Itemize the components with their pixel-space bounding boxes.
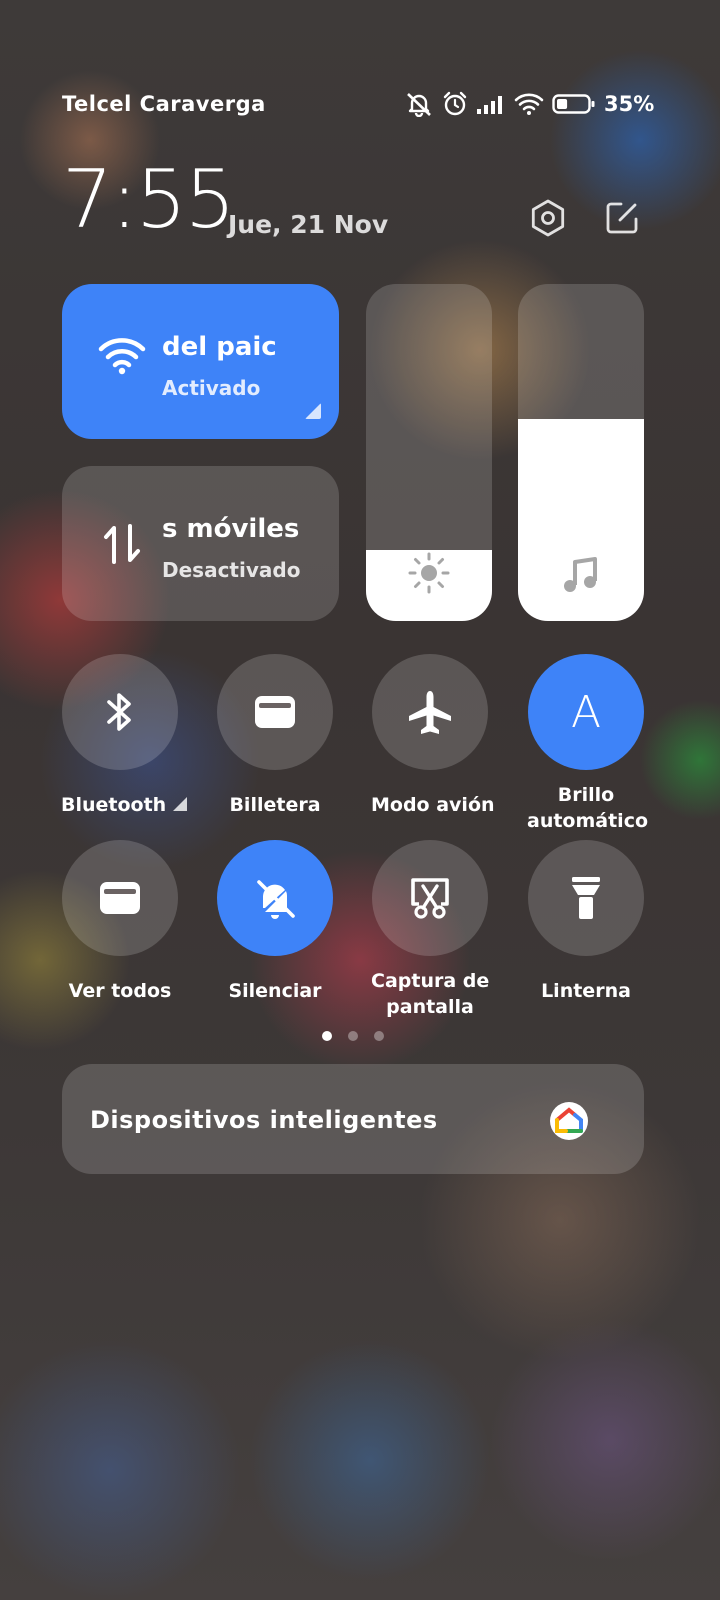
toggle-airplane-mode[interactable]: Modo avión [371, 654, 495, 818]
screenshot-button[interactable] [372, 840, 488, 956]
wallet-icon [100, 882, 140, 914]
smart-devices-label: Dispositivos inteligentes [90, 1106, 438, 1134]
alarm-icon [442, 91, 468, 117]
toggle-label: Silenciar [228, 980, 322, 1002]
expand-corner-icon [172, 797, 187, 811]
bluetooth-button[interactable] [62, 654, 178, 770]
data-arrows-icon [102, 522, 142, 570]
mobile-data-status: Desactivado [162, 558, 301, 582]
page-dot[interactable] [348, 1031, 358, 1041]
google-home-icon [550, 1102, 588, 1140]
bluetooth-icon [107, 693, 131, 731]
toggle-label: Bluetooth [61, 792, 187, 818]
bell-off-icon [257, 880, 295, 919]
wifi-tile[interactable]: del paic Activado [62, 284, 339, 439]
wifi-network-name: del paic [162, 332, 277, 362]
expand-corner-icon[interactable] [305, 403, 321, 419]
silence-button[interactable] [217, 840, 333, 956]
settings-icon [531, 199, 565, 237]
toggle-label: Captura de pantalla [371, 970, 490, 1018]
toggle-label: Ver todos [68, 980, 172, 1002]
carrier-name: Telcel Caraverga [62, 92, 266, 116]
page-dot[interactable] [322, 1031, 332, 1041]
toggle-silence[interactable]: Silenciar [216, 840, 334, 1004]
toggle-auto-brightness[interactable]: A Brillo automático [527, 654, 649, 834]
screenshot-icon [411, 878, 449, 919]
clock-time: 7:55 [62, 153, 236, 246]
wifi-status: Activado [162, 376, 261, 400]
flashlight-icon [572, 877, 600, 919]
toggle-bluetooth[interactable]: Bluetooth [61, 654, 187, 818]
airplane-button[interactable] [372, 654, 488, 770]
toggle-label: Billetera [229, 794, 321, 816]
battery-percent: 35% [604, 92, 655, 116]
edit-button[interactable] [600, 196, 644, 240]
page-dot[interactable] [374, 1031, 384, 1041]
page-indicator [322, 1031, 384, 1041]
auto-brightness-icon: A [570, 686, 602, 738]
bell-off-icon [404, 91, 434, 117]
toggle-screenshot[interactable]: Captura de pantalla [371, 840, 489, 1020]
toggle-flashlight[interactable]: Linterna [527, 840, 645, 1004]
sun-icon [366, 551, 492, 595]
status-icons: 35% [404, 88, 654, 120]
cellular-signal-icon [476, 93, 506, 115]
toggle-label: Linterna [541, 980, 631, 1002]
battery-icon [552, 93, 596, 115]
settings-button[interactable] [526, 196, 570, 240]
wifi-icon [98, 336, 146, 380]
date-label: Jue, 21 Nov [228, 210, 389, 239]
toggle-view-all[interactable]: Ver todos [61, 840, 179, 1004]
auto-brightness-button[interactable]: A [528, 654, 644, 770]
airplane-icon [409, 691, 451, 734]
wallet-button[interactable] [217, 654, 333, 770]
flashlight-button[interactable] [528, 840, 644, 956]
edit-icon [606, 202, 638, 234]
wifi-status-icon [514, 92, 544, 116]
smart-devices-card[interactable]: Dispositivos inteligentes [62, 1064, 644, 1174]
music-note-icon [518, 555, 644, 595]
mobile-data-tile[interactable]: s móviles Desactivado [62, 466, 339, 621]
toggle-label: Brillo automático [527, 784, 649, 832]
toggle-wallet[interactable]: Billetera [216, 654, 334, 818]
brightness-slider[interactable] [366, 284, 492, 621]
toggle-label: Modo avión [371, 794, 495, 816]
wallet-icon [255, 696, 295, 728]
volume-slider[interactable] [518, 284, 644, 621]
view-all-button[interactable] [62, 840, 178, 956]
mobile-data-title: s móviles [162, 514, 300, 544]
